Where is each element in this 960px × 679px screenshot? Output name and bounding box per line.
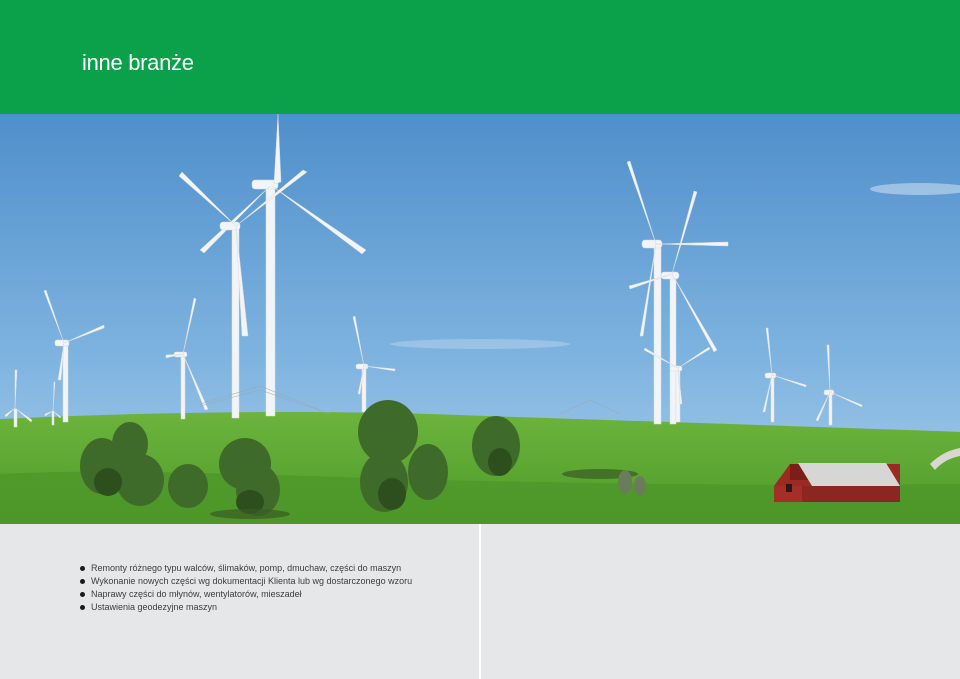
bullet-icon xyxy=(80,605,85,610)
wind-farm-photo xyxy=(0,114,960,524)
list-item-text: Remonty różnego typu walców, ślimaków, p… xyxy=(91,563,402,573)
header-banner: inne branże xyxy=(0,0,960,114)
bullet-icon xyxy=(80,592,85,597)
list-item: Ustawienia geodezyjne maszyn xyxy=(80,601,412,614)
list-item-text: Naprawy części do młynów, wentylatorów, … xyxy=(91,589,302,599)
blank-panel xyxy=(481,524,960,679)
barn xyxy=(774,463,900,502)
page-title: inne branże xyxy=(82,50,194,75)
list-item-text: Wykonanie nowych części wg dokumentacji … xyxy=(91,576,413,586)
list-item: Naprawy części do młynów, wentylatorów, … xyxy=(80,588,412,601)
list-item-text: Ustawienia geodezyjne maszyn xyxy=(91,602,218,612)
bullet-icon xyxy=(80,566,85,571)
services-list: Remonty różnego typu walców, ślimaków, p… xyxy=(80,562,412,614)
bullet-icon xyxy=(80,579,85,584)
list-item: Remonty różnego typu walców, ślimaków, p… xyxy=(80,562,412,575)
list-item: Wykonanie nowych części wg dokumentacji … xyxy=(80,575,412,588)
